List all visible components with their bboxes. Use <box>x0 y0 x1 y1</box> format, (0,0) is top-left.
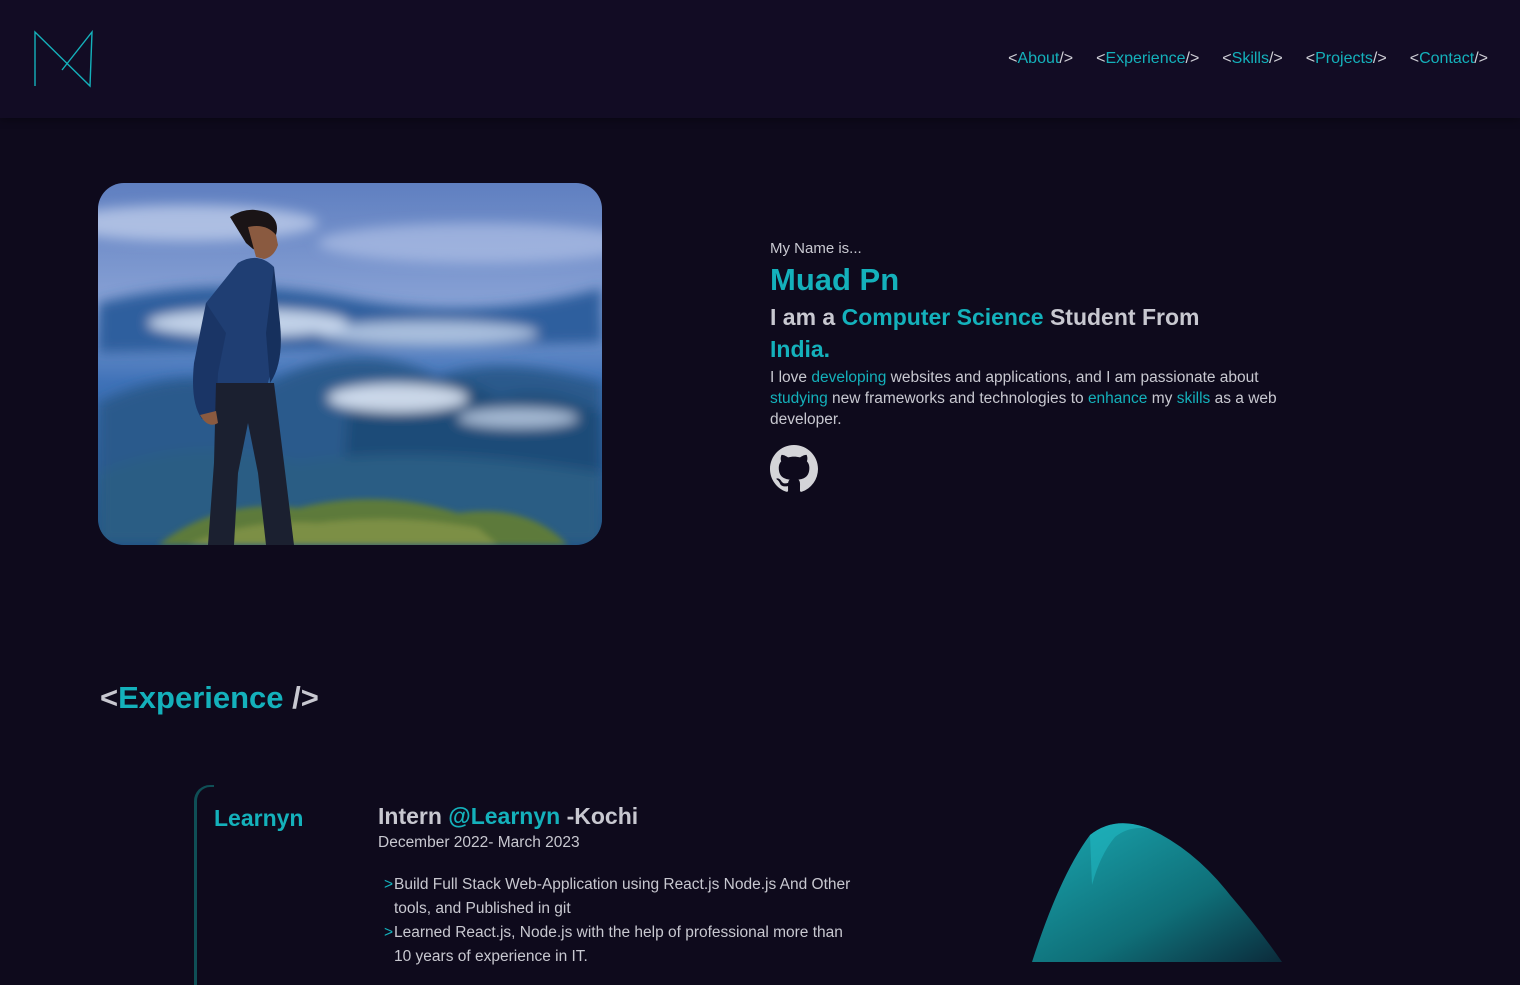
logo-monogram-icon[interactable] <box>32 30 94 88</box>
github-icon[interactable] <box>770 445 818 493</box>
list-item: > Build Full Stack Web-Application using … <box>384 873 864 921</box>
nav-item-experience[interactable]: <Experience/> <box>1096 50 1199 68</box>
profile-photo <box>98 183 602 545</box>
bio-text: I love developing websites and applicati… <box>770 369 1277 428</box>
nav-item-skills[interactable]: <Skills/> <box>1222 50 1282 68</box>
main-nav: <About/> <Experience/> <Skills/> <Projec… <box>1008 50 1488 68</box>
tagline: I am a Computer Science Student From Ind… <box>770 304 1200 362</box>
company-tab[interactable]: Learnyn <box>214 805 303 832</box>
person-name: Muad Pn <box>770 262 900 297</box>
section-title-experience: <Experience /> <box>100 680 319 715</box>
experience-entry: Learnyn Intern @Learnyn -Kochi December … <box>194 785 894 985</box>
intro-section: My Name is... Muad Pn I am a Computer Sc… <box>770 240 1310 493</box>
chevron-right-icon: > <box>384 876 394 893</box>
nav-item-contact[interactable]: <Contact/> <box>1410 50 1488 68</box>
site-header: <About/> <Experience/> <Skills/> <Projec… <box>0 0 1520 118</box>
nav-item-about[interactable]: <About/> <box>1008 50 1073 68</box>
job-dates: December 2022- March 2023 <box>378 834 580 851</box>
greeting-text: My Name is... <box>770 240 862 257</box>
job-bullets: > Build Full Stack Web-Application using … <box>384 873 864 969</box>
decorative-shape <box>1032 823 1282 962</box>
timeline-line <box>194 785 214 985</box>
nav-item-projects[interactable]: <Projects/> <box>1306 50 1387 68</box>
job-title: Intern @Learnyn -Kochi <box>378 803 639 829</box>
